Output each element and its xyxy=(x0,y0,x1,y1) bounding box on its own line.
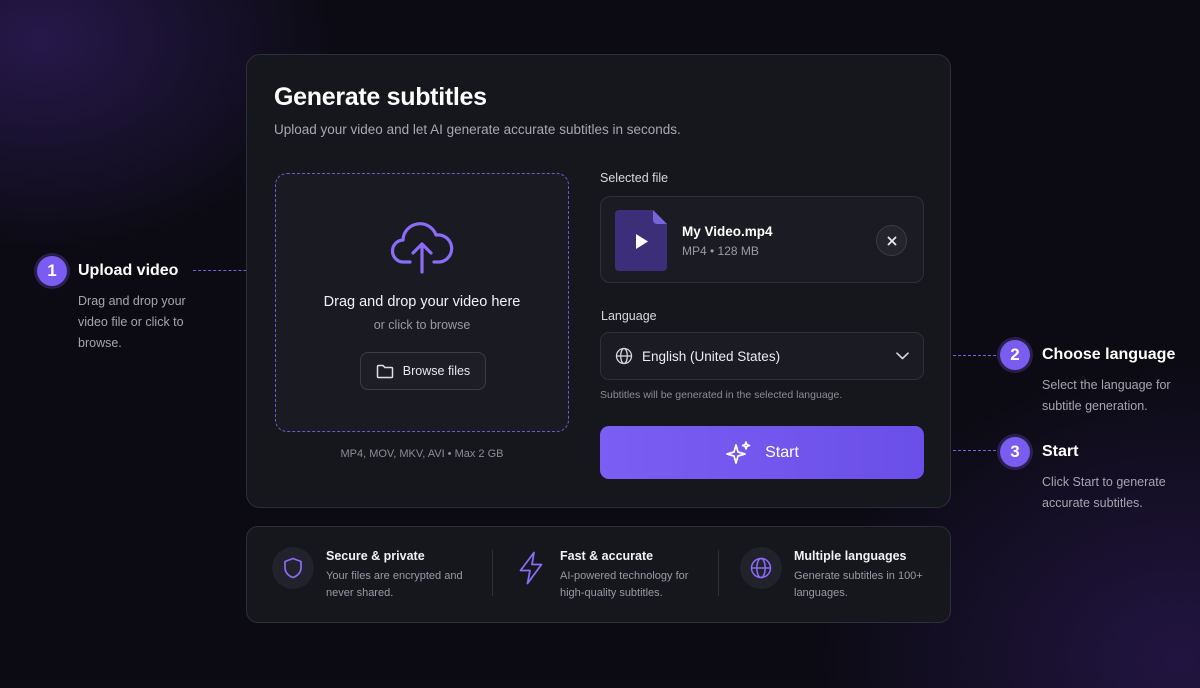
feature-desc-line: Your files are encrypted and xyxy=(326,570,463,582)
folder-icon xyxy=(376,364,394,378)
step-1-title: Upload video xyxy=(78,262,179,279)
language-label: Language xyxy=(601,309,657,323)
dropzone-subtitle: or click to browse xyxy=(373,318,471,332)
step-1-desc-line: Drag and drop your xyxy=(78,294,186,308)
file-meta: MP4 • 128 MB xyxy=(682,244,759,258)
globe-icon xyxy=(615,347,633,365)
step-3-desc-line: Click Start to generate xyxy=(1042,475,1166,489)
start-button-label: Start xyxy=(765,443,799,461)
shield-icon xyxy=(284,557,302,579)
video-file-icon xyxy=(615,210,667,271)
step-2-desc-line: subtitle generation. xyxy=(1042,399,1148,413)
feature-icon-badge xyxy=(740,547,782,589)
browse-files-label: Browse files xyxy=(402,364,471,378)
feature-description: AI-powered technology for high-quality s… xyxy=(560,568,710,601)
features-bar: Secure & private Your files are encrypte… xyxy=(246,526,951,623)
step-2-badge: 2 xyxy=(1000,340,1030,370)
start-button[interactable]: Start xyxy=(600,426,924,479)
feature-desc-line: languages. xyxy=(794,586,848,599)
step-3-title: Start xyxy=(1042,443,1079,460)
feature-desc-line: Generate subtitles in 100+ xyxy=(794,570,923,582)
step-1-description: Drag and drop your video file or click t… xyxy=(78,291,186,354)
feature-description: Generate subtitles in 100+ languages. xyxy=(794,568,944,601)
feature-icon-badge xyxy=(272,547,314,589)
supported-formats: MP4, MOV, MKV, AVI • Max 2 GB xyxy=(340,448,504,460)
step-1-badge: 1 xyxy=(37,256,67,286)
feature-title: Secure & private xyxy=(326,549,425,563)
language-select[interactable]: English (United States) xyxy=(600,332,924,380)
feature-title: Multiple languages xyxy=(794,549,907,563)
step-2-description: Select the language for subtitle generat… xyxy=(1042,375,1171,417)
globe-icon xyxy=(750,557,772,579)
file-name: My Video.mp4 xyxy=(682,224,773,239)
step-2-title: Choose language xyxy=(1042,346,1176,363)
step-1-desc-line: browse. xyxy=(78,336,122,350)
generate-subtitles-card: Generate subtitles Upload your video and… xyxy=(246,54,951,508)
step-3-badge: 3 xyxy=(1000,437,1030,467)
page-title: Generate subtitles xyxy=(274,83,487,111)
step-2-desc-line: Select the language for xyxy=(1042,378,1171,392)
feature-title: Fast & accurate xyxy=(560,549,654,563)
step-3-desc-line: accurate subtitles. xyxy=(1042,496,1143,510)
step-1-desc-line: video file or click to xyxy=(78,315,184,329)
page-subtitle: Upload your video and let AI generate ac… xyxy=(274,122,681,137)
browse-files-button[interactable]: Browse files xyxy=(360,352,486,390)
remove-file-button[interactable] xyxy=(876,225,907,256)
feature-desc-line: AI-powered technology for xyxy=(560,570,689,582)
lightning-icon xyxy=(519,551,543,585)
language-value: English (United States) xyxy=(642,348,781,364)
feature-divider xyxy=(492,550,493,596)
sparkle-icon xyxy=(726,440,751,464)
feature-desc-line: never shared. xyxy=(326,586,394,599)
language-helper-text: Subtitles will be generated in the selec… xyxy=(600,389,843,401)
close-icon xyxy=(887,236,896,245)
selected-file-label: Selected file xyxy=(600,171,669,185)
chevron-down-icon xyxy=(896,352,909,360)
feature-desc-line: high-quality subtitles. xyxy=(560,586,663,599)
cloud-upload-icon xyxy=(390,222,454,274)
selected-file-card: My Video.mp4 MP4 • 128 MB xyxy=(600,196,924,283)
step-3-description: Click Start to generate accurate subtitl… xyxy=(1042,472,1166,514)
feature-divider xyxy=(718,550,719,596)
feature-description: Your files are encrypted and never share… xyxy=(326,568,476,601)
upload-dropzone[interactable]: Drag and drop your video here or click t… xyxy=(275,173,569,432)
dropzone-title: Drag and drop your video here xyxy=(323,294,521,310)
feature-icon-badge xyxy=(510,547,552,589)
